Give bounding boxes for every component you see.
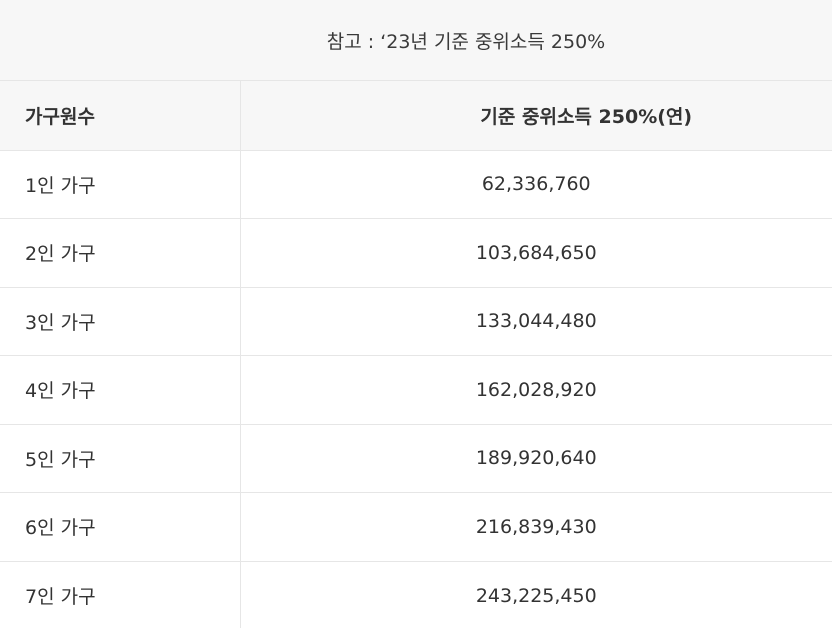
table-row: 3인 가구 133,044,480 — [0, 287, 832, 356]
amount-cell: 243,225,450 — [475, 584, 597, 607]
household-cell: 5인 가구 — [0, 424, 241, 493]
household-cell: 2인 가구 — [0, 218, 241, 288]
header-household-size: 가구원수 — [0, 81, 241, 151]
table-row: 7인 가구 243,225,450 — [0, 561, 832, 628]
table-row: 5인 가구 189,920,640 — [0, 424, 832, 493]
household-cell: 3인 가구 — [0, 287, 241, 356]
household-cell: 4인 가구 — [0, 355, 241, 425]
amount-cell: 62,336,760 — [240, 150, 832, 219]
header-median-income: 기준 중위소득 250%(연) — [240, 81, 832, 151]
income-table-container: 참고 : ‘23년 기준 중위소득 250% 가구원수 기준 중위소득 250%… — [0, 0, 832, 628]
amount-cell: 216,839,430 — [240, 492, 832, 562]
header-row: 가구원수 기준 중위소득 250%(연) — [0, 81, 832, 151]
household-cell: 1인 가구 — [0, 150, 241, 219]
household-cell: 6인 가구 — [0, 492, 241, 562]
amount-cell: 103,684,650 — [240, 218, 832, 288]
table-header: 가구원수 기준 중위소득 250%(연) — [0, 81, 832, 151]
table-row: 6인 가구 216,839,430 — [0, 492, 832, 562]
table-body: 1인 가구 62,336,760 2인 가구 103,684,650 3인 가구… — [0, 150, 832, 628]
amount-cell: 133,044,480 — [240, 287, 832, 356]
amount-cell: 189,920,640 — [240, 424, 832, 493]
amount-cell: 162,028,920 — [240, 355, 832, 425]
household-cell: 7인 가구 — [0, 561, 241, 628]
table-caption: 참고 : ‘23년 기준 중위소득 250% — [0, 0, 832, 81]
income-table: 가구원수 기준 중위소득 250%(연) 1인 가구 62,336,760 2인… — [0, 81, 832, 628]
table-row: 2인 가구 103,684,650 — [0, 218, 832, 288]
table-row: 1인 가구 62,336,760 — [0, 150, 832, 219]
table-row: 4인 가구 162,028,920 — [0, 355, 832, 425]
